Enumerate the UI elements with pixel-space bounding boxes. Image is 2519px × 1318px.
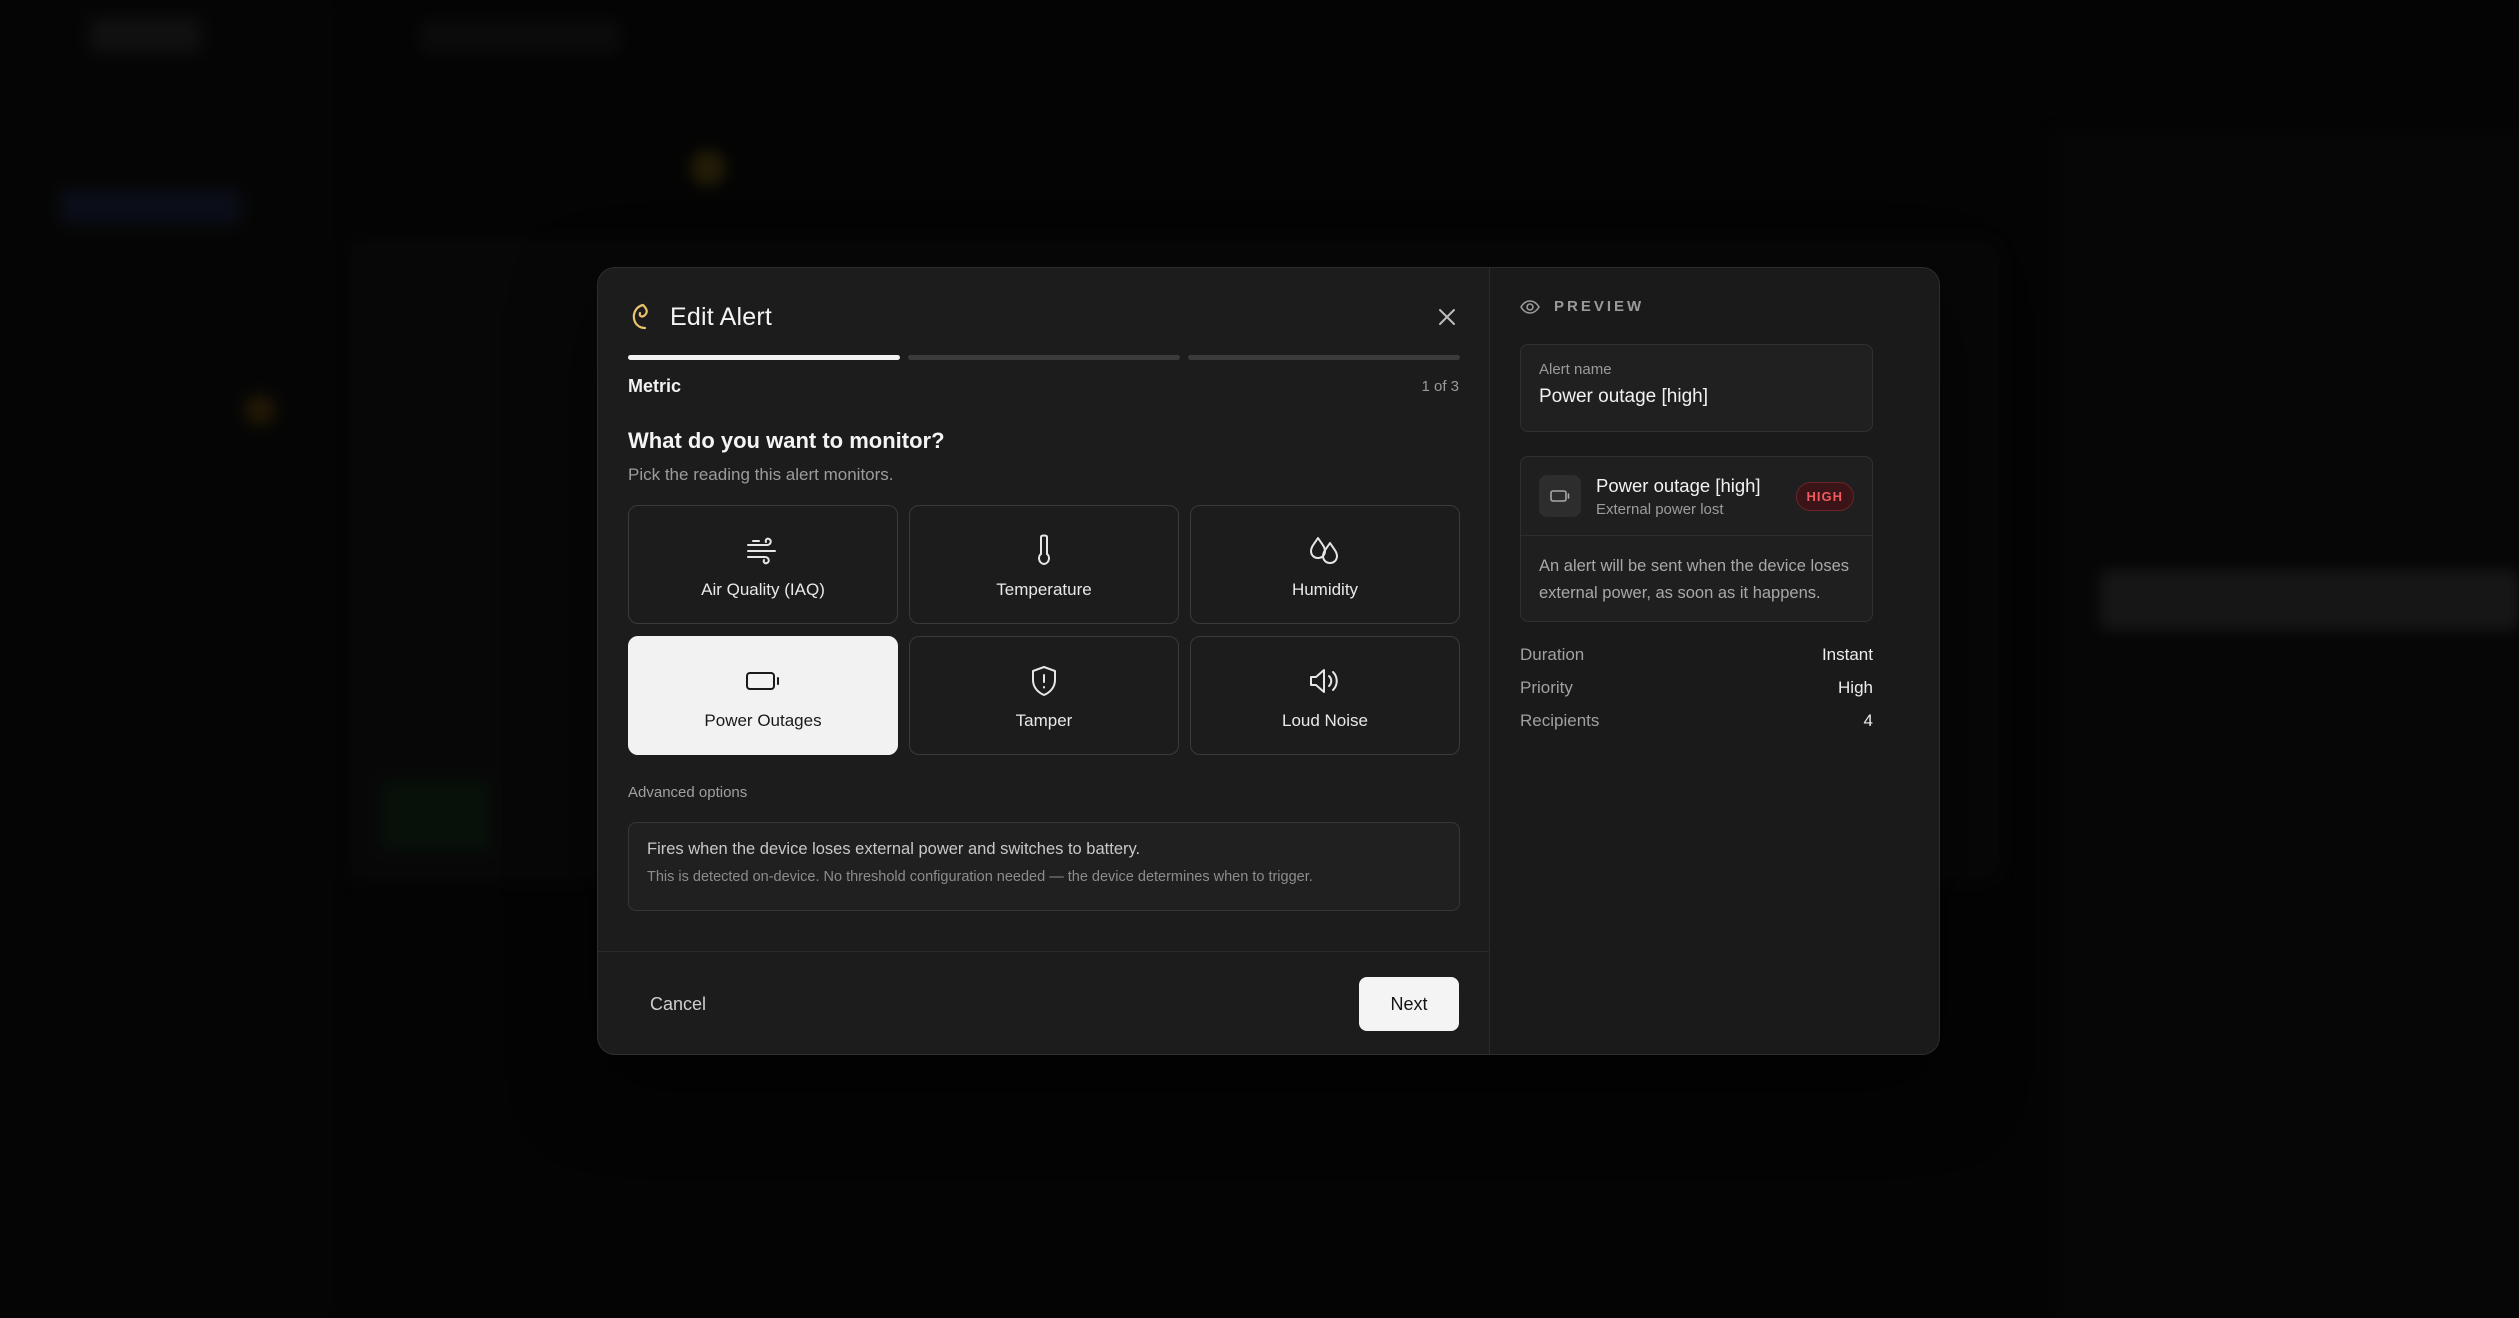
metric-label: Power Outages: [704, 710, 822, 730]
wind-icon: [743, 530, 783, 570]
alert-name-card: Alert name Power outage [high]: [1520, 344, 1873, 432]
metric-label: Air Quality (IAQ): [701, 579, 825, 599]
thermometer-icon: [1024, 530, 1064, 570]
summary-value: 4: [1863, 711, 1873, 730]
eye-icon: [1520, 299, 1542, 315]
summary-row-recipients: Recipients 4: [1520, 711, 1873, 744]
summary-key: Recipients: [1520, 711, 1600, 730]
alert-card-header: Power outage [high] External power lost …: [1521, 457, 1872, 536]
app-logo-icon: [628, 301, 654, 333]
battery-icon: [1539, 475, 1581, 517]
alert-preview-card: Power outage [high] External power lost …: [1520, 456, 1873, 622]
alert-summary: Duration Instant Priority High Recipient…: [1520, 645, 1873, 744]
edit-alert-dialog: Edit Alert Metric 1 of 3 What do you wan…: [597, 267, 1940, 1055]
metric-label: Temperature: [996, 579, 1092, 599]
alert-card-text: Power outage [high] External power lost: [1596, 475, 1761, 518]
metric-info-box: Fires when the device loses external pow…: [628, 822, 1460, 911]
question-heading: What do you want to monitor?: [628, 428, 945, 453]
summary-key: Priority: [1520, 678, 1573, 697]
cancel-button[interactable]: Cancel: [628, 977, 728, 1031]
metric-option-loud-noise[interactable]: Loud Noise: [1190, 636, 1460, 755]
alert-card-title: Power outage [high]: [1596, 474, 1761, 496]
metric-option-humidity[interactable]: Humidity: [1190, 505, 1460, 624]
preview-header: PREVIEW: [1520, 298, 1644, 315]
progress-segment: [628, 355, 900, 360]
summary-row-duration: Duration Instant: [1520, 645, 1873, 678]
advanced-options-label[interactable]: Advanced options: [628, 784, 747, 801]
battery-icon: [743, 661, 783, 701]
next-button[interactable]: Next: [1359, 977, 1459, 1031]
metric-grid: Air Quality (IAQ) Temperature Humidity P…: [628, 505, 1460, 755]
metric-option-temperature[interactable]: Temperature: [909, 505, 1179, 624]
metric-option-tamper[interactable]: Tamper: [909, 636, 1179, 755]
wizard-pane: Edit Alert Metric 1 of 3 What do you wan…: [598, 268, 1490, 1054]
priority-badge: HIGH: [1795, 482, 1854, 511]
alert-name-label: Alert name: [1539, 361, 1612, 378]
preview-pane: PREVIEW Alert name Power outage [high] P…: [1490, 268, 1939, 1054]
dialog-footer: Cancel Next: [598, 951, 1489, 1054]
step-label: Metric: [628, 376, 682, 396]
metric-option-power-outages[interactable]: Power Outages: [628, 636, 898, 755]
volume-icon: [1305, 661, 1345, 701]
summary-key: Duration: [1520, 645, 1585, 664]
metric-label: Loud Noise: [1281, 710, 1368, 730]
metric-option-air-quality[interactable]: Air Quality (IAQ): [628, 505, 898, 624]
alert-card-description: An alert will be sent when the device lo…: [1539, 557, 1850, 602]
summary-row-priority: Priority High: [1520, 678, 1873, 711]
alert-name-value: Power outage [high]: [1539, 386, 1709, 407]
dialog-title: Edit Alert: [670, 302, 773, 331]
metric-label: Tamper: [1015, 710, 1073, 730]
summary-value: Instant: [1821, 645, 1873, 664]
close-icon[interactable]: [1435, 305, 1459, 329]
droplets-icon: [1305, 530, 1345, 570]
shield-alert-icon: [1024, 661, 1064, 701]
dialog-header: Edit Alert: [628, 297, 1459, 337]
step-progress: [628, 355, 1460, 360]
progress-segment: [908, 355, 1180, 360]
info-secondary-text: This is detected on-device. No threshold…: [647, 869, 1313, 885]
progress-segment: [1188, 355, 1460, 360]
alert-card-subtitle: External power lost: [1596, 500, 1724, 518]
metric-label: Humidity: [1291, 579, 1359, 599]
info-primary-text: Fires when the device loses external pow…: [647, 840, 1141, 858]
summary-value: High: [1838, 678, 1873, 697]
question-subtitle: Pick the reading this alert monitors.: [628, 465, 894, 484]
step-count: 1 of 3: [1421, 378, 1459, 395]
preview-heading: PREVIEW: [1554, 298, 1645, 315]
